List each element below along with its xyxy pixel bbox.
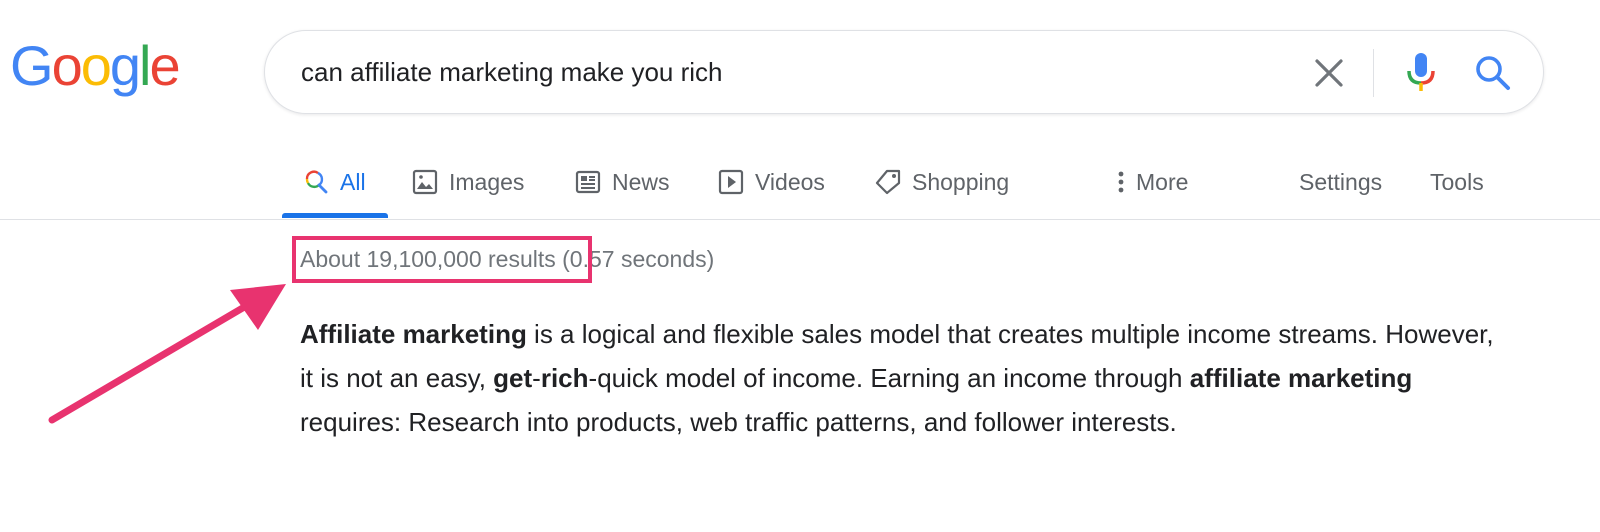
- search-tabs: All Images News Videos Shopping More Set…: [0, 150, 1600, 220]
- snippet-text: -quick model of income. Earning an incom…: [588, 363, 1190, 393]
- tabs-divider: [0, 219, 1600, 220]
- tab-images[interactable]: Images: [411, 162, 524, 202]
- logo-letter: o: [80, 34, 112, 97]
- logo-letter: e: [149, 34, 180, 97]
- tab-news[interactable]: News: [574, 162, 670, 202]
- logo-letter: o: [51, 34, 83, 97]
- voice-search-button[interactable]: [1401, 49, 1441, 97]
- active-tab-indicator: [282, 213, 388, 218]
- logo-letter: G: [10, 34, 54, 97]
- image-icon: [411, 168, 439, 196]
- google-logo[interactable]: Google: [10, 34, 181, 97]
- tab-label: Shopping: [912, 168, 1010, 195]
- featured-snippet: Affiliate marketing is a logical and fle…: [300, 312, 1500, 444]
- snippet-text: requires: Research into products, web tr…: [300, 407, 1177, 437]
- logo-letter: l: [139, 34, 152, 97]
- clear-search-button[interactable]: [1309, 53, 1349, 93]
- search-box: [264, 30, 1544, 114]
- tab-shopping[interactable]: Shopping: [874, 162, 1009, 202]
- logo-letter: g: [109, 34, 141, 97]
- tab-label: Tools: [1430, 168, 1484, 195]
- tab-label: Settings: [1299, 168, 1383, 195]
- annotation-highlight-box: [292, 236, 592, 283]
- tab-more[interactable]: More: [1112, 162, 1188, 202]
- tab-label: All: [340, 168, 366, 195]
- snippet-text: -: [532, 363, 541, 393]
- search-input[interactable]: [301, 49, 1261, 95]
- snippet-bold-text: rich: [540, 363, 589, 393]
- tab-label: News: [612, 168, 670, 195]
- snippet-bold-text: get: [493, 363, 533, 393]
- tab-videos[interactable]: Videos: [717, 162, 825, 202]
- search-box-divider: [1373, 49, 1374, 97]
- tab-label: Videos: [755, 168, 825, 195]
- tab-label: More: [1136, 168, 1189, 195]
- more-vert-icon: [1112, 168, 1130, 196]
- newspaper-icon: [574, 168, 602, 196]
- search-icon: [1476, 56, 1510, 90]
- play-icon: [717, 168, 745, 196]
- search-button[interactable]: [1471, 51, 1515, 95]
- microphone-icon: [1407, 53, 1435, 91]
- tab-tools[interactable]: Tools: [1430, 162, 1484, 202]
- tab-all[interactable]: All: [302, 162, 366, 202]
- tab-settings[interactable]: Settings: [1299, 162, 1382, 202]
- search-icon: [302, 168, 330, 196]
- tag-icon: [874, 168, 902, 196]
- snippet-bold-text: affiliate marketing: [1189, 363, 1413, 393]
- snippet-bold-text: Affiliate marketing: [300, 319, 527, 349]
- close-icon: [1315, 59, 1343, 87]
- tab-label: Images: [449, 168, 525, 195]
